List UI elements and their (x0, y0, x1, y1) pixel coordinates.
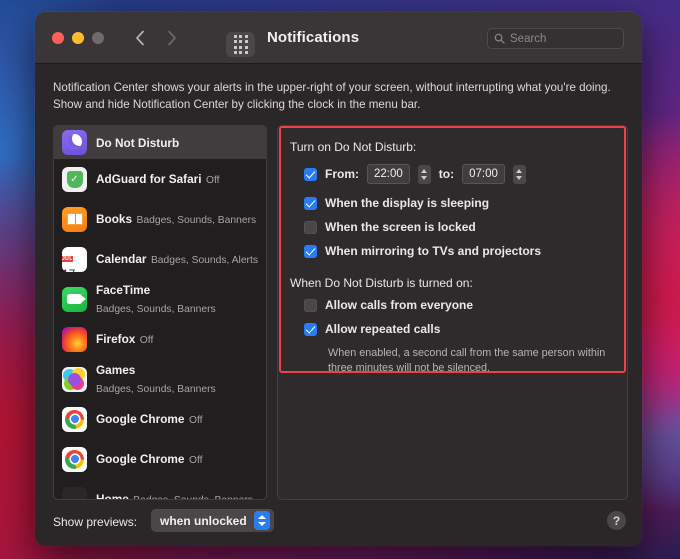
traffic-lights (52, 32, 104, 44)
checkbox-display-sleeping[interactable] (304, 196, 317, 210)
sidebar-item-books[interactable]: Books Badges, Sounds, Banners (54, 199, 266, 239)
books-icon (62, 206, 87, 232)
sidebar-item-google-chrome-1[interactable]: Google Chrome Off (54, 399, 266, 439)
desktop-wallpaper: Notifications Search Notification Center… (0, 0, 680, 559)
checkbox-calls-from-everyone[interactable] (304, 298, 317, 312)
sidebar-item-label: AdGuard for Safari (96, 172, 202, 186)
window-footer: Show previews: when unlocked ? (35, 500, 642, 546)
system-preferences-window: Notifications Search Notification Center… (35, 12, 642, 546)
section-title-turn-on: Turn on Do Not Disturb: (290, 140, 417, 154)
sidebar-item-label: Firefox (96, 332, 136, 346)
sidebar-item-firefox[interactable]: Firefox Off (54, 319, 266, 359)
close-button[interactable] (52, 32, 64, 44)
option-label: Allow calls from everyone (325, 298, 474, 312)
to-time-stepper[interactable] (512, 164, 526, 184)
chrome-icon (62, 406, 87, 432)
to-label: to: (438, 167, 455, 181)
sidebar-item-label: Google Chrome (96, 412, 185, 426)
sidebar-item-label: Books (96, 212, 133, 226)
sidebar-item-calendar[interactable]: JUL 17 Calendar Badges, Sounds, Alerts (54, 239, 266, 279)
show-previews-dropdown[interactable]: when unlocked (151, 509, 274, 532)
sidebar-item-label: Calendar (96, 252, 147, 266)
search-icon (494, 33, 505, 44)
option-label: When the display is sleeping (325, 196, 490, 210)
option-label: Allow repeated calls (325, 322, 441, 336)
from-time-stepper[interactable] (417, 164, 431, 184)
sidebar-item-adguard-for-safari[interactable]: ✓ AdGuard for Safari Off (54, 159, 266, 199)
option-mirroring[interactable]: When mirroring to TVs and projectors (304, 244, 541, 258)
option-repeated-calls[interactable]: Allow repeated calls (304, 322, 440, 336)
repeated-calls-note: When enabled, a second call from the sam… (328, 347, 606, 374)
checkbox-from-schedule[interactable] (304, 167, 317, 181)
from-label: From: (325, 167, 359, 181)
option-label: When mirroring to TVs and projectors (325, 244, 542, 258)
option-from-schedule[interactable]: From: 22:00 to: 07:00 (304, 164, 526, 184)
sidebar-item-sublabel: Off (188, 415, 203, 426)
calendar-month: JUL (62, 255, 73, 262)
minimize-button[interactable] (72, 32, 84, 44)
section-title-when-turned-on: When Do Not Disturb is turned on: (290, 276, 473, 290)
sidebar-item-label: FaceTime (96, 283, 151, 297)
sidebar-item-sublabel: Off (139, 335, 154, 346)
chrome-icon (62, 446, 87, 472)
sidebar-item-sublabel: Off (188, 455, 203, 466)
sidebar-item-sublabel: Badges, Sounds, Banners (96, 384, 216, 395)
show-previews-value: when unlocked (160, 513, 247, 528)
checkbox-mirroring[interactable] (304, 244, 317, 258)
games-icon (62, 366, 87, 392)
sidebar-item-home[interactable]: Home Badges, Sounds, Banners (54, 479, 266, 500)
sidebar-item-label: Games (96, 363, 136, 377)
sidebar-item-facetime[interactable]: FaceTime Badges, Sounds, Banners (54, 279, 266, 319)
option-display-sleeping[interactable]: When the display is sleeping (304, 196, 489, 210)
facetime-icon (62, 286, 87, 312)
sidebar-item-google-chrome-2[interactable]: Google Chrome Off (54, 439, 266, 479)
chevron-updown-icon (253, 511, 270, 530)
back-arrow-icon[interactable] (131, 29, 149, 47)
sidebar-item-label: Google Chrome (96, 452, 185, 466)
sidebar-item-games[interactable]: Games Badges, Sounds, Banners (54, 359, 266, 399)
calendar-icon: JUL 17 (62, 246, 87, 272)
option-calls-from-everyone[interactable]: Allow calls from everyone (304, 298, 473, 312)
search-field[interactable]: Search (487, 28, 624, 49)
to-time-field[interactable]: 07:00 (462, 164, 505, 184)
do-not-disturb-settings-panel: Turn on Do Not Disturb: From: 22:00 to: … (277, 125, 628, 500)
search-placeholder: Search (510, 32, 547, 45)
option-screen-locked[interactable]: When the screen is locked (304, 220, 476, 234)
do-not-disturb-icon (62, 130, 87, 155)
page-title: Notifications (267, 29, 360, 46)
grid-icon (233, 34, 248, 55)
sidebar-item-sublabel: Off (206, 175, 220, 186)
sidebar-item-sublabel: Badges, Sounds, Banners (96, 304, 216, 315)
show-previews-label: Show previews: (53, 515, 138, 529)
sidebar-item-label: Home (96, 492, 129, 500)
checkbox-screen-locked[interactable] (304, 220, 317, 234)
show-all-preferences-button[interactable] (226, 32, 255, 57)
app-list[interactable]: Do Not Disturb ✓ AdGuard for Safari Off … (53, 125, 267, 500)
forward-arrow-icon[interactable] (163, 29, 181, 47)
window-titlebar: Notifications Search (35, 12, 642, 64)
help-button[interactable]: ? (607, 511, 626, 530)
from-time-field[interactable]: 22:00 (367, 164, 410, 184)
firefox-icon (62, 326, 87, 352)
zoom-button[interactable] (92, 32, 104, 44)
option-label: When the screen is locked (325, 220, 476, 234)
sidebar-item-sublabel: Badges, Sounds, Banners (136, 215, 257, 226)
window-body: Notification Center shows your alerts in… (35, 64, 642, 546)
calendar-day: 17 (62, 267, 75, 272)
home-icon (62, 486, 87, 499)
checkbox-repeated-calls[interactable] (304, 322, 317, 336)
sidebar-item-sublabel: Badges, Sounds, Alerts (150, 255, 258, 266)
sidebar-item-label: Do Not Disturb (96, 135, 180, 150)
intro-text: Notification Center shows your alerts in… (53, 81, 611, 111)
sidebar-item-do-not-disturb[interactable]: Do Not Disturb (54, 126, 266, 159)
adguard-icon: ✓ (62, 166, 87, 192)
